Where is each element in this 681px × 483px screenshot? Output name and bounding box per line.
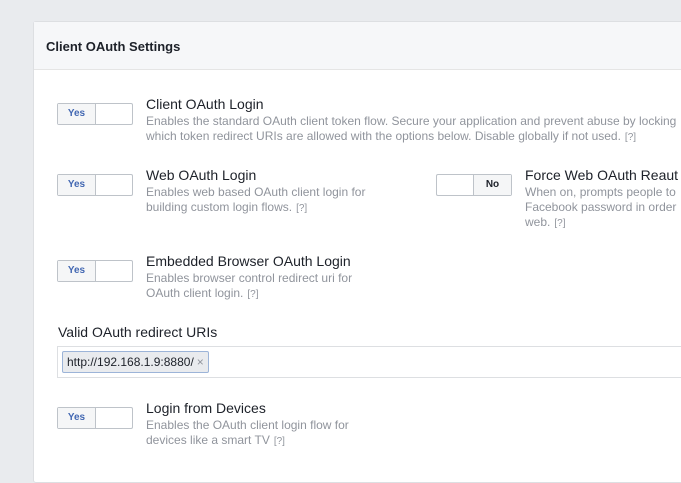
login-from-devices-toggle[interactable]: Yes	[57, 407, 133, 429]
toggle-no-label: No	[473, 175, 511, 195]
redirect-uris-input[interactable]: http://192.168.1.9:8880/×	[57, 346, 681, 378]
remove-token-icon[interactable]: ×	[197, 355, 204, 369]
toggle-yes-label: Yes	[58, 175, 96, 195]
embedded-browser-oauth-login-toggle[interactable]: Yes	[57, 260, 133, 282]
redirect-uri-token: http://192.168.1.9:8880/×	[62, 351, 209, 373]
help-link[interactable]: [?]	[247, 289, 258, 300]
redirect-uris-label: Valid OAuth redirect URIs	[58, 324, 218, 340]
description-line: When on, prompts people to	[525, 185, 676, 199]
description-line: Enables the standard OAuth client token …	[146, 114, 677, 128]
toggle-yes-label: Yes	[58, 408, 96, 428]
description-line: devices like a smart TV	[146, 433, 270, 447]
description-line: which token redirect URIs are allowed wi…	[146, 129, 621, 143]
toggle-yes-label: Yes	[58, 104, 96, 124]
description-line: Enables browser control redirect uri for	[146, 271, 353, 285]
panel-header: Client OAuth Settings	[34, 22, 681, 70]
help-link[interactable]: [?]	[274, 436, 285, 447]
description-line: building custom login flows.	[146, 200, 293, 214]
client-oauth-login-toggle[interactable]: Yes	[57, 103, 133, 125]
client-oauth-login-description: Enables the standard OAuth client token …	[146, 114, 681, 145]
description-line: Enables the OAuth client login flow for	[146, 418, 349, 432]
help-link[interactable]: [?]	[296, 203, 307, 214]
client-oauth-login-title: Client OAuth Login	[146, 96, 264, 112]
login-from-devices-description: Enables the OAuth client login flow for …	[146, 418, 406, 449]
description-line: OAuth client login.	[146, 286, 244, 300]
web-oauth-login-description: Enables web based OAuth client login for…	[146, 185, 406, 216]
toggle-yes-label: Yes	[58, 261, 96, 281]
web-oauth-login-toggle[interactable]: Yes	[57, 174, 133, 196]
force-web-oauth-reauth-title: Force Web OAuth Reaut	[525, 167, 679, 183]
description-line: Facebook password in order	[525, 200, 677, 214]
login-from-devices-title: Login from Devices	[146, 400, 266, 416]
help-link[interactable]: [?]	[554, 218, 565, 229]
help-link[interactable]: [?]	[625, 132, 636, 143]
redirect-uri-token-text: http://192.168.1.9:8880/	[67, 355, 194, 369]
panel-title: Client OAuth Settings	[46, 39, 181, 54]
embedded-browser-oauth-login-description: Enables browser control redirect uri for…	[146, 271, 406, 302]
description-line: Enables web based OAuth client login for	[146, 185, 366, 199]
description-line: web.	[525, 215, 551, 229]
embedded-browser-oauth-login-title: Embedded Browser OAuth Login	[146, 253, 351, 269]
force-web-oauth-reauth-description: When on, prompts people to Facebook pass…	[525, 185, 681, 231]
force-web-oauth-reauth-toggle[interactable]: No	[436, 174, 512, 196]
web-oauth-login-title: Web OAuth Login	[146, 167, 257, 183]
